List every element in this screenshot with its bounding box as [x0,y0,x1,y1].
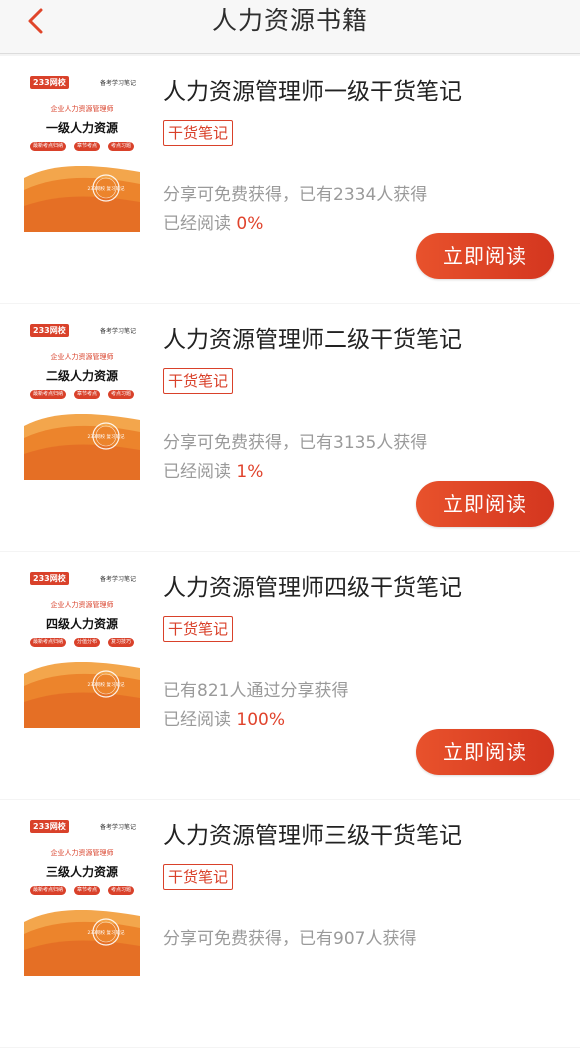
cover-title: 一级人力资源 [45,121,118,135]
read-progress: 已经阅读 0% [163,209,263,234]
book-tag: 干货笔记 [163,368,234,394]
cover-pill: 分值分布 [73,638,100,647]
book-tag: 干货笔记 [163,616,234,642]
cover-logo: 233网校 [30,324,69,337]
cover-wave: 233网校 复习笔记 [24,166,140,232]
cover-stamp: 233网校 复习笔记 [87,433,125,440]
book-title[interactable]: 人力资源管理师二级干货笔记 [163,320,462,354]
book-cover[interactable]: 233网校 备考学习笔记 企业人力资源管理师 一级人力资源 最新考点归纳 章节考… [24,74,140,232]
cover-logo: 233网校 [30,76,69,89]
book-title[interactable]: 人力资源管理师三级干货笔记 [163,816,462,850]
share-info: 已有821人通过分享获得 [163,681,349,701]
cover-pill: 最新考点归纳 [29,638,66,647]
cover-pill: 复习技巧 [107,638,134,647]
cover-tagline: 备考学习笔记 [99,576,136,583]
cover-subtitle: 企业人力资源管理师 [50,601,114,609]
progress-label: 已经阅读 [163,462,237,482]
book-tag: 干货笔记 [163,120,234,146]
cover-pill: 章节考点 [73,886,100,895]
progress-value: 0% [236,214,264,234]
progress-label: 已经阅读 [163,710,237,730]
cover-subtitle: 企业人力资源管理师 [50,849,114,857]
share-info: 分享可免费获得，已有3135人获得 [163,433,428,453]
cover-tagline: 备考学习笔记 [99,328,136,335]
nav-bar: 人力资源书籍 [0,0,580,54]
book-cover[interactable]: 233网校 备考学习笔记 企业人力资源管理师 四级人力资源 最新考点归纳 分值分… [24,570,140,728]
cover-pills: 最新考点归纳 章节考点 考点习题 [26,886,138,895]
book-list: 233网校 备考学习笔记 企业人力资源管理师 一级人力资源 最新考点归纳 章节考… [0,56,580,1048]
read-now-button[interactable]: 立即阅读 [416,233,554,279]
cover-pills: 最新考点归纳 章节考点 考点习题 [26,142,138,151]
progress-value: 100% [236,710,286,730]
cover-pill: 章节考点 [73,142,100,151]
progress-value: 1% [236,462,264,482]
cover-title: 四级人力资源 [45,617,118,631]
cover-wave: 233网校 复习笔记 [24,414,140,480]
book-card[interactable]: 233网校 备考学习笔记 企业人力资源管理师 二级人力资源 最新考点归纳 章节考… [0,304,580,551]
book-cover[interactable]: 233网校 备考学习笔记 企业人力资源管理师 二级人力资源 最新考点归纳 章节考… [24,322,140,480]
read-progress: 已经阅读 1% [163,457,263,482]
cover-pill: 章节考点 [73,390,100,399]
cover-logo: 233网校 [30,572,69,585]
read-now-button[interactable]: 立即阅读 [416,729,554,775]
cover-pills: 最新考点归纳 章节考点 考点习题 [26,390,138,399]
cover-title: 三级人力资源 [45,865,118,879]
share-info: 分享可免费获得，已有2334人获得 [163,185,428,205]
cover-wave: 233网校 复习笔记 [24,910,140,976]
share-info: 分享可免费获得，已有907人获得 [163,929,417,949]
cover-pills: 最新考点归纳 分值分布 复习技巧 [26,638,138,647]
cover-title: 二级人力资源 [45,369,118,383]
cover-tagline: 备考学习笔记 [99,824,136,831]
cover-pill: 考点习题 [107,886,134,895]
read-progress: 已经阅读 100% [163,705,285,730]
cover-stamp: 233网校 复习笔记 [87,185,125,192]
book-title[interactable]: 人力资源管理师四级干货笔记 [163,568,462,602]
cover-pill: 最新考点归纳 [29,390,66,399]
cover-logo: 233网校 [30,820,69,833]
progress-label: 已经阅读 [163,214,237,234]
book-card[interactable]: 233网校 备考学习笔记 企业人力资源管理师 四级人力资源 最新考点归纳 分值分… [0,552,580,799]
book-tag: 干货笔记 [163,864,234,890]
cover-pill: 最新考点归纳 [29,142,66,151]
book-cover[interactable]: 233网校 备考学习笔记 企业人力资源管理师 三级人力资源 最新考点归纳 章节考… [24,818,140,976]
cover-wave: 233网校 复习笔记 [24,662,140,728]
cover-tagline: 备考学习笔记 [99,80,136,87]
book-title[interactable]: 人力资源管理师一级干货笔记 [163,72,462,106]
cover-stamp: 233网校 复习笔记 [87,929,125,936]
page-title: 人力资源书籍 [211,6,368,35]
read-now-button[interactable]: 立即阅读 [416,481,554,527]
book-card[interactable]: 233网校 备考学习笔记 企业人力资源管理师 一级人力资源 最新考点归纳 章节考… [0,56,580,303]
book-card[interactable]: 233网校 备考学习笔记 企业人力资源管理师 三级人力资源 最新考点归纳 章节考… [0,800,580,1047]
cover-pill: 考点习题 [107,142,134,151]
cover-subtitle: 企业人力资源管理师 [50,105,114,113]
cover-subtitle: 企业人力资源管理师 [50,353,114,361]
cover-stamp: 233网校 复习笔记 [87,681,125,688]
cover-pill: 考点习题 [107,390,134,399]
cover-pill: 最新考点归纳 [29,886,66,895]
